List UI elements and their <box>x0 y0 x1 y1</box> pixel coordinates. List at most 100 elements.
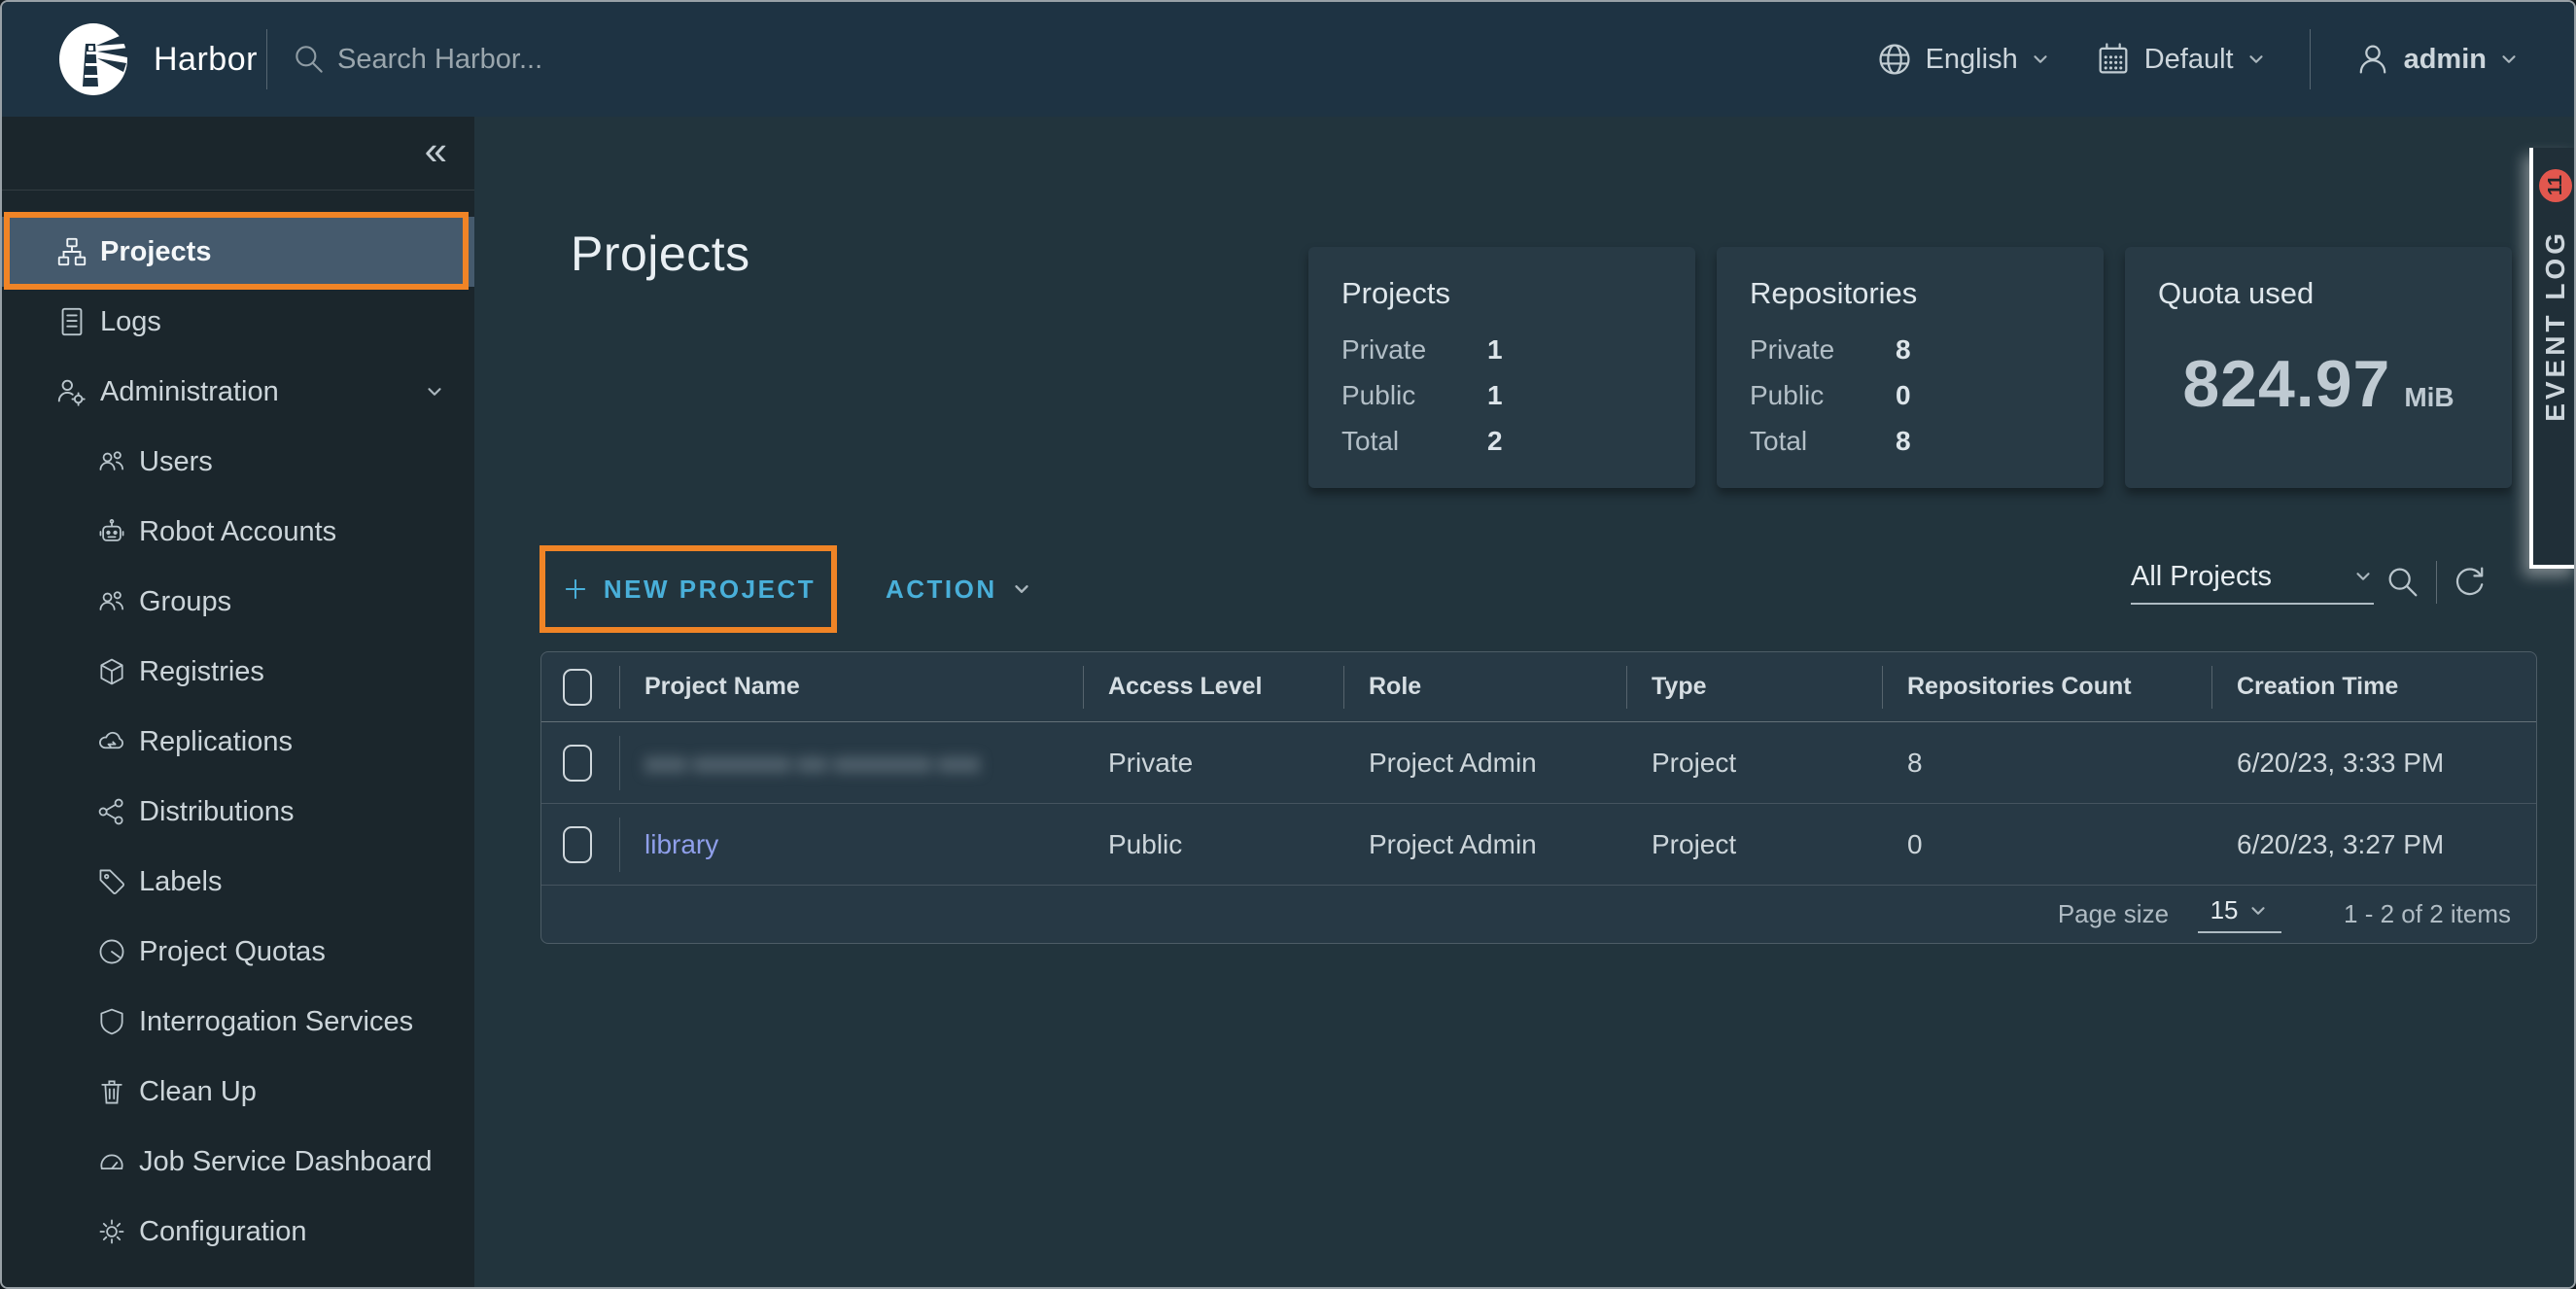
sidebar-item-groups[interactable]: Groups <box>2 567 474 637</box>
creation-time-cell: 6/20/23, 3:27 PM <box>2211 804 2536 886</box>
search-icon[interactable] <box>2384 563 2422 602</box>
action-label: ACTION <box>886 575 997 605</box>
card-title: Repositories <box>1750 276 2071 311</box>
toolbar-divider <box>2436 561 2437 604</box>
row-checkbox[interactable] <box>563 745 592 782</box>
repositories-count-cell: 0 <box>1882 804 2211 886</box>
chevron-down-icon <box>2498 49 2520 70</box>
sidebar: « Projects Logs Adm <box>2 117 474 1287</box>
sidebar-item-logs[interactable]: Logs <box>2 287 474 357</box>
access-level-cell: Private <box>1083 722 1343 804</box>
users-icon <box>96 446 127 477</box>
quota-unit: MiB <box>2404 382 2454 413</box>
gear-icon <box>96 1216 127 1247</box>
global-search[interactable]: Search Harbor... <box>291 41 542 78</box>
cube-icon <box>96 656 127 687</box>
chevron-down-icon <box>2030 49 2051 70</box>
card-title: Quota used <box>2158 276 2479 311</box>
column-header-creation-time[interactable]: Creation Time <box>2211 652 2536 722</box>
trash-icon <box>96 1076 127 1107</box>
top-bar: Harbor Search Harbor... English <box>2 2 2574 117</box>
sidebar-item-label: Registries <box>139 656 264 688</box>
stat-value: 1 <box>1487 380 1503 411</box>
event-log-tab[interactable]: 11 EVENT LOG <box>2529 148 2576 569</box>
project-name-link-blurred[interactable]: xxx-xxxxxxx-xx-xxxxxxx-xxx <box>644 748 980 779</box>
globe-icon <box>1875 40 1914 79</box>
topbar-divider <box>266 29 267 89</box>
type-cell: Project <box>1626 804 1882 886</box>
column-header-repositories-count[interactable]: Repositories Count <box>1882 652 2211 722</box>
main-content: Projects Projects Private 1 Public 1 Tot… <box>474 117 2574 1287</box>
type-cell: Project <box>1626 722 1882 804</box>
sidebar-item-label: Users <box>139 446 213 478</box>
harbor-logo-icon <box>56 22 130 96</box>
plus-icon <box>561 575 590 604</box>
repositories-summary-card: Repositories Private 8 Public 0 Total 8 <box>1717 247 2104 488</box>
user-menu[interactable]: admin <box>2353 40 2520 79</box>
sidebar-item-project-quotas[interactable]: Project Quotas <box>2 917 474 987</box>
stat-row: Total 8 <box>1750 426 2071 457</box>
search-placeholder: Search Harbor... <box>337 44 542 76</box>
column-header-project-name[interactable]: Project Name <box>619 652 1083 722</box>
sidebar-item-label: Configuration <box>139 1216 307 1248</box>
sidebar-item-label: Logs <box>100 306 161 338</box>
pagination-range: 1 - 2 of 2 items <box>2344 899 2511 929</box>
topbar-right: English Default <box>1875 29 2574 89</box>
sidebar-item-clean-up[interactable]: Clean Up <box>2 1057 474 1127</box>
table-row[interactable]: library Public Project Admin Project 0 6… <box>541 804 2536 886</box>
column-header-type[interactable]: Type <box>1626 652 1882 722</box>
sidebar-item-administration[interactable]: Administration <box>2 357 474 427</box>
tag-icon <box>96 866 127 897</box>
column-header-access-level[interactable]: Access Level <box>1083 652 1343 722</box>
sidebar-item-configuration[interactable]: Configuration <box>2 1197 474 1267</box>
stat-label: Total <box>1341 426 1487 457</box>
sidebar-item-registries[interactable]: Registries <box>2 637 474 707</box>
role-cell: Project Admin <box>1343 804 1626 886</box>
row-checkbox[interactable] <box>563 826 592 863</box>
sidebar-collapse[interactable]: « <box>2 117 474 191</box>
sidebar-item-labels[interactable]: Labels <box>2 847 474 917</box>
sidebar-item-projects[interactable]: Projects <box>2 217 474 287</box>
stat-row: Total 2 <box>1341 426 1662 457</box>
summary-cards: Projects Private 1 Public 1 Total 2 Repo… <box>1308 247 2512 488</box>
stat-label: Private <box>1341 334 1487 366</box>
event-log-badge: 11 <box>2539 169 2572 202</box>
pie-icon <box>96 936 127 967</box>
project-filter-select[interactable]: All Projects <box>2131 561 2374 605</box>
stat-row: Private 8 <box>1750 334 2071 366</box>
action-dropdown-button[interactable]: ACTION <box>886 545 1032 633</box>
page-title: Projects <box>571 226 750 282</box>
page-size-select[interactable]: 15 <box>2198 895 2281 933</box>
sidebar-item-label: Robot Accounts <box>139 516 336 548</box>
chevron-down-icon <box>1011 578 1032 600</box>
document-list-icon <box>55 305 88 338</box>
select-all-checkbox[interactable] <box>563 669 592 706</box>
sidebar-item-label: Clean Up <box>139 1076 257 1108</box>
sidebar-item-label: Replications <box>139 726 293 758</box>
theme-selector[interactable]: Default <box>2094 40 2267 79</box>
sidebar-item-distributions[interactable]: Distributions <box>2 777 474 847</box>
sidebar-item-interrogation-services[interactable]: Interrogation Services <box>2 987 474 1057</box>
project-filter-group: All Projects <box>2131 556 2489 609</box>
sidebar-nav: Projects Logs Administration <box>2 191 474 1267</box>
search-icon <box>291 41 328 78</box>
access-level-cell: Public <box>1083 804 1343 886</box>
sidebar-item-robot-accounts[interactable]: Robot Accounts <box>2 497 474 567</box>
sidebar-item-job-service-dashboard[interactable]: Job Service Dashboard <box>2 1127 474 1197</box>
chevron-down-icon <box>2247 900 2269 922</box>
brand-name: Harbor <box>154 41 258 79</box>
refresh-icon[interactable] <box>2451 563 2489 602</box>
user-icon <box>2353 40 2392 79</box>
sidebar-item-replications[interactable]: Replications <box>2 707 474 777</box>
column-header-role[interactable]: Role <box>1343 652 1626 722</box>
table-row[interactable]: xxx-xxxxxxx-xx-xxxxxxx-xxx Private Proje… <box>541 722 2536 804</box>
language-selector[interactable]: English <box>1875 40 2051 79</box>
brand-block[interactable]: Harbor <box>2 22 266 96</box>
stat-label: Public <box>1750 380 1896 411</box>
sidebar-item-users[interactable]: Users <box>2 427 474 497</box>
project-name-link[interactable]: library <box>644 829 718 860</box>
new-project-button[interactable]: NEW PROJECT <box>540 545 837 633</box>
stat-row: Private 1 <box>1341 334 1662 366</box>
chevrons-left-icon: « <box>425 130 447 171</box>
gauge-icon <box>96 1146 127 1177</box>
